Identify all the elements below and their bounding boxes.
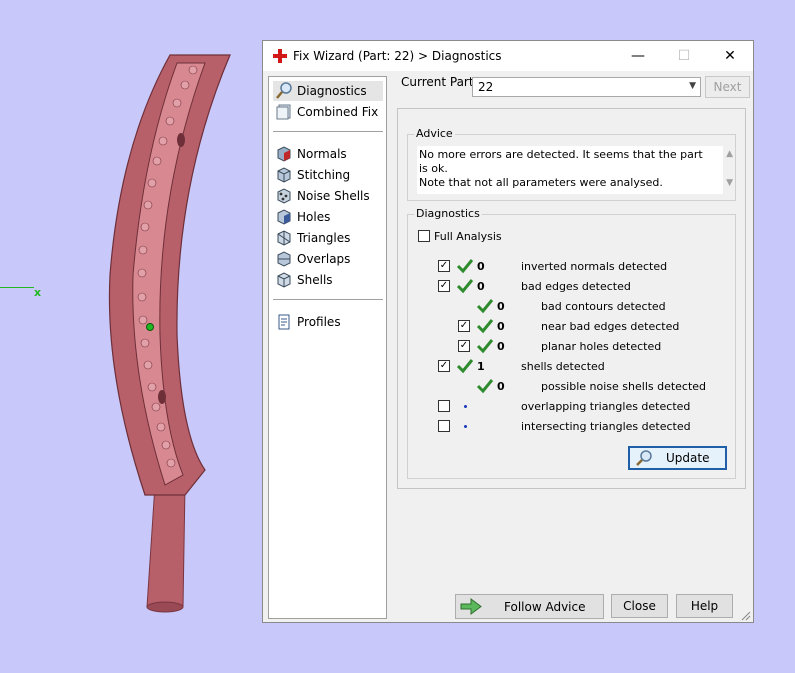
green-check-icon (476, 339, 494, 354)
noise-shells-icon (277, 188, 291, 204)
overlapping-triangles-label: overlapping triangles detected (521, 400, 691, 413)
nav-item-triangles[interactable]: Triangles (273, 228, 383, 248)
near-bad-edges-checkbox[interactable]: ✓ (458, 320, 470, 332)
profiles-icon (278, 314, 290, 330)
pending-dot-icon (464, 425, 467, 428)
planar-holes-count: 0 (497, 340, 505, 353)
overlapping-triangles-checkbox[interactable] (438, 400, 450, 412)
planar-holes-label: planar holes detected (541, 340, 662, 353)
nav-item-profiles[interactable]: Profiles (273, 312, 383, 332)
bad-edges-checkbox[interactable]: ✓ (438, 280, 450, 292)
bad-edges-count: 0 (477, 280, 485, 293)
green-check-icon (456, 259, 474, 274)
inverted-normals-label: inverted normals detected (521, 260, 668, 273)
green-check-icon (456, 279, 474, 294)
nav-item-overlaps[interactable]: Overlaps (273, 249, 383, 269)
holes-icon (277, 209, 291, 225)
nav-item-diagnostics[interactable]: Diagnostics (273, 81, 383, 101)
help-button[interactable]: Help (676, 594, 733, 618)
advice-group: Advice No more errors are detected. It s… (407, 127, 736, 201)
triangles-icon (277, 230, 291, 246)
current-part-label: Current Part: (401, 75, 478, 89)
shells-label: shells detected (521, 360, 605, 373)
update-button[interactable]: Update (628, 446, 727, 470)
combined-fix-icon (276, 104, 291, 120)
nav-item-shells[interactable]: Shells (273, 270, 383, 290)
shells-checkbox[interactable]: ✓ (438, 360, 450, 372)
green-arrow-icon (460, 598, 482, 615)
window-title: Fix Wizard (Part: 22) > Diagnostics (293, 49, 502, 63)
advice-textbox[interactable]: No more errors are detected. It seems th… (417, 146, 723, 194)
nav-item-normals[interactable]: Normals (273, 144, 383, 164)
noise-shells-count: 0 (497, 380, 505, 393)
next-button[interactable]: Next (705, 76, 750, 98)
current-part-value: 22 (478, 80, 494, 94)
full-analysis-checkbox[interactable] (418, 230, 430, 242)
overlaps-icon (277, 251, 291, 267)
fix-wizard-window: Fix Wizard (Part: 22) > Diagnostics — ☐ … (262, 40, 754, 623)
current-part-select[interactable]: 22 ▼ (472, 77, 701, 97)
near-bad-edges-count: 0 (497, 320, 505, 333)
follow-advice-button[interactable]: Follow Advice (455, 594, 604, 619)
diagnostics-group: Diagnostics Full Analysis ✓ 0 inverted n… (407, 207, 736, 479)
pending-dot-icon (464, 405, 467, 408)
bad-edges-label: bad edges detected (521, 280, 631, 293)
close-window-button[interactable]: ✕ (707, 41, 753, 71)
green-check-icon (476, 299, 494, 314)
nav-item-combined-fix[interactable]: Combined Fix (273, 102, 383, 122)
shells-icon (277, 272, 291, 288)
advice-title: Advice (414, 127, 455, 140)
near-bad-edges-label: near bad edges detected (541, 320, 680, 333)
planar-holes-checkbox[interactable]: ✓ (458, 340, 470, 352)
nav-item-noise-shells[interactable]: Noise Shells (273, 186, 383, 206)
magnifier-icon (636, 450, 652, 466)
normals-cube-icon (277, 146, 291, 162)
advice-text: No more errors are detected. It seems th… (419, 148, 703, 189)
full-analysis-label: Full Analysis (434, 230, 502, 243)
nav-divider (273, 131, 383, 132)
nav-item-stitching[interactable]: Stitching (273, 165, 383, 185)
resize-grip-icon[interactable] (741, 611, 751, 621)
scroll-down-icon[interactable]: ▼ (726, 178, 733, 188)
green-check-icon (456, 359, 474, 374)
intersecting-triangles-checkbox[interactable] (438, 420, 450, 432)
magnifier-icon (276, 82, 292, 99)
3d-viewport[interactable]: x (0, 0, 260, 673)
intersecting-triangles-label: intersecting triangles detected (521, 420, 691, 433)
x-axis-line (0, 287, 34, 288)
shells-count: 1 (477, 360, 485, 373)
diagnostics-title: Diagnostics (414, 207, 482, 220)
green-check-icon (476, 319, 494, 334)
inverted-normals-count: 0 (477, 260, 485, 273)
red-cross-icon (273, 49, 287, 63)
minimize-button[interactable]: — (615, 41, 661, 71)
title-bar[interactable]: Fix Wizard (Part: 22) > Diagnostics — ☐ … (263, 41, 753, 71)
chevron-down-icon: ▼ (689, 81, 696, 91)
diagnostics-panel: Advice No more errors are detected. It s… (397, 108, 746, 489)
nav-item-holes[interactable]: Holes (273, 207, 383, 227)
bad-contours-count: 0 (497, 300, 505, 313)
nav-divider (273, 299, 383, 300)
part-model[interactable] (85, 45, 245, 620)
noise-shells-label: possible noise shells detected (541, 380, 707, 393)
maximize-button[interactable]: ☐ (661, 41, 707, 71)
green-check-icon (476, 379, 494, 394)
close-button[interactable]: Close (611, 594, 668, 618)
wizard-nav: Diagnostics Combined Fix Normals Stitchi… (268, 76, 387, 619)
follow-advice-label: Follow Advice (504, 600, 586, 614)
x-axis-label: x (34, 286, 42, 299)
stitching-icon (277, 167, 291, 183)
scroll-up-icon[interactable]: ▲ (726, 149, 733, 159)
inverted-normals-checkbox[interactable]: ✓ (438, 260, 450, 272)
update-label: Update (666, 451, 710, 465)
bad-contours-label: bad contours detected (541, 300, 666, 313)
